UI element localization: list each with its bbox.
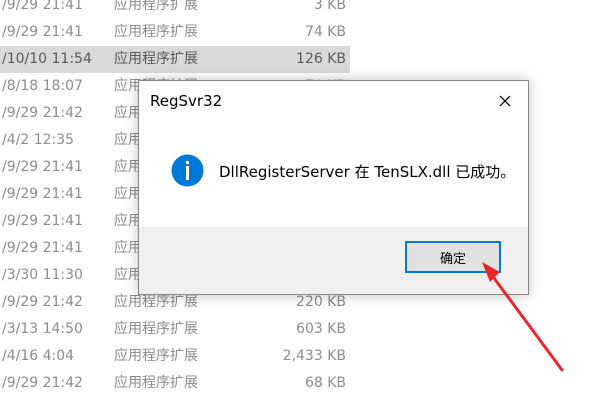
close-icon bbox=[499, 95, 511, 107]
file-row[interactable]: /9/29 21:41 应用程序扩展 74 KB bbox=[0, 19, 350, 46]
info-icon bbox=[171, 154, 204, 187]
file-date: /10/10 11:54 bbox=[2, 51, 92, 67]
file-size: 126 KB bbox=[296, 51, 346, 67]
file-date: /9/29 21:41 bbox=[2, 186, 83, 202]
dialog-content: DllRegisterServer 在 TenSLX.dll 已成功。 bbox=[139, 121, 528, 227]
file-date: /3/13 14:50 bbox=[2, 321, 83, 337]
file-row[interactable]: /4/16 4:04 应用程序扩展 2,433 KB bbox=[0, 343, 350, 370]
file-row[interactable]: /10/10 11:54 应用程序扩展 126 KB bbox=[0, 46, 350, 73]
file-date: /9/29 21:41 bbox=[2, 240, 83, 256]
file-date: /9/29 21:41 bbox=[2, 24, 83, 40]
file-date: /9/29 21:41 bbox=[2, 0, 83, 13]
file-date: /4/16 4:04 bbox=[2, 348, 75, 364]
dialog-titlebar[interactable]: RegSvr32 bbox=[139, 81, 528, 121]
file-size: 2,433 KB bbox=[282, 348, 346, 364]
dialog-footer: 确定 bbox=[139, 227, 528, 294]
ok-button[interactable]: 确定 bbox=[405, 241, 501, 273]
dialog-title: RegSvr32 bbox=[150, 92, 223, 110]
file-date: /9/29 21:42 bbox=[2, 294, 83, 310]
file-size: 68 KB bbox=[304, 375, 346, 391]
file-date: /8/18 18:07 bbox=[2, 78, 83, 94]
file-date: /9/29 21:41 bbox=[2, 159, 83, 175]
file-type: 应用程序扩展 bbox=[114, 24, 198, 40]
dialog-message: DllRegisterServer 在 TenSLX.dll 已成功。 bbox=[219, 163, 516, 181]
file-date: /9/29 21:41 bbox=[2, 213, 83, 229]
file-size: 3 KB bbox=[313, 0, 346, 13]
file-type: 应用程序扩展 bbox=[114, 321, 198, 337]
file-date: /9/29 21:42 bbox=[2, 375, 83, 391]
file-type: 应用程序扩展 bbox=[114, 375, 198, 391]
regsvr32-dialog: RegSvr32 DllRegisterServer 在 TenSLX.dll … bbox=[138, 80, 529, 295]
file-row[interactable]: /9/29 21:41 应用程序扩展 3 KB bbox=[0, 0, 350, 19]
close-button[interactable] bbox=[482, 81, 528, 121]
file-row[interactable]: /3/13 14:50 应用程序扩展 603 KB bbox=[0, 316, 350, 343]
file-type: 应用程序扩展 bbox=[114, 51, 198, 67]
file-date: /4/2 12:35 bbox=[2, 132, 75, 148]
file-date: /3/30 11:30 bbox=[2, 267, 83, 283]
file-size: 603 KB bbox=[296, 321, 346, 337]
file-type: 应用程序扩展 bbox=[114, 348, 198, 364]
file-size: 74 KB bbox=[304, 24, 346, 40]
file-date: /9/29 21:42 bbox=[2, 105, 83, 121]
ok-button-label: 确定 bbox=[439, 251, 466, 267]
file-row[interactable]: /9/29 21:42 应用程序扩展 68 KB bbox=[0, 370, 350, 397]
file-type: 应用程序扩展 bbox=[114, 0, 198, 13]
